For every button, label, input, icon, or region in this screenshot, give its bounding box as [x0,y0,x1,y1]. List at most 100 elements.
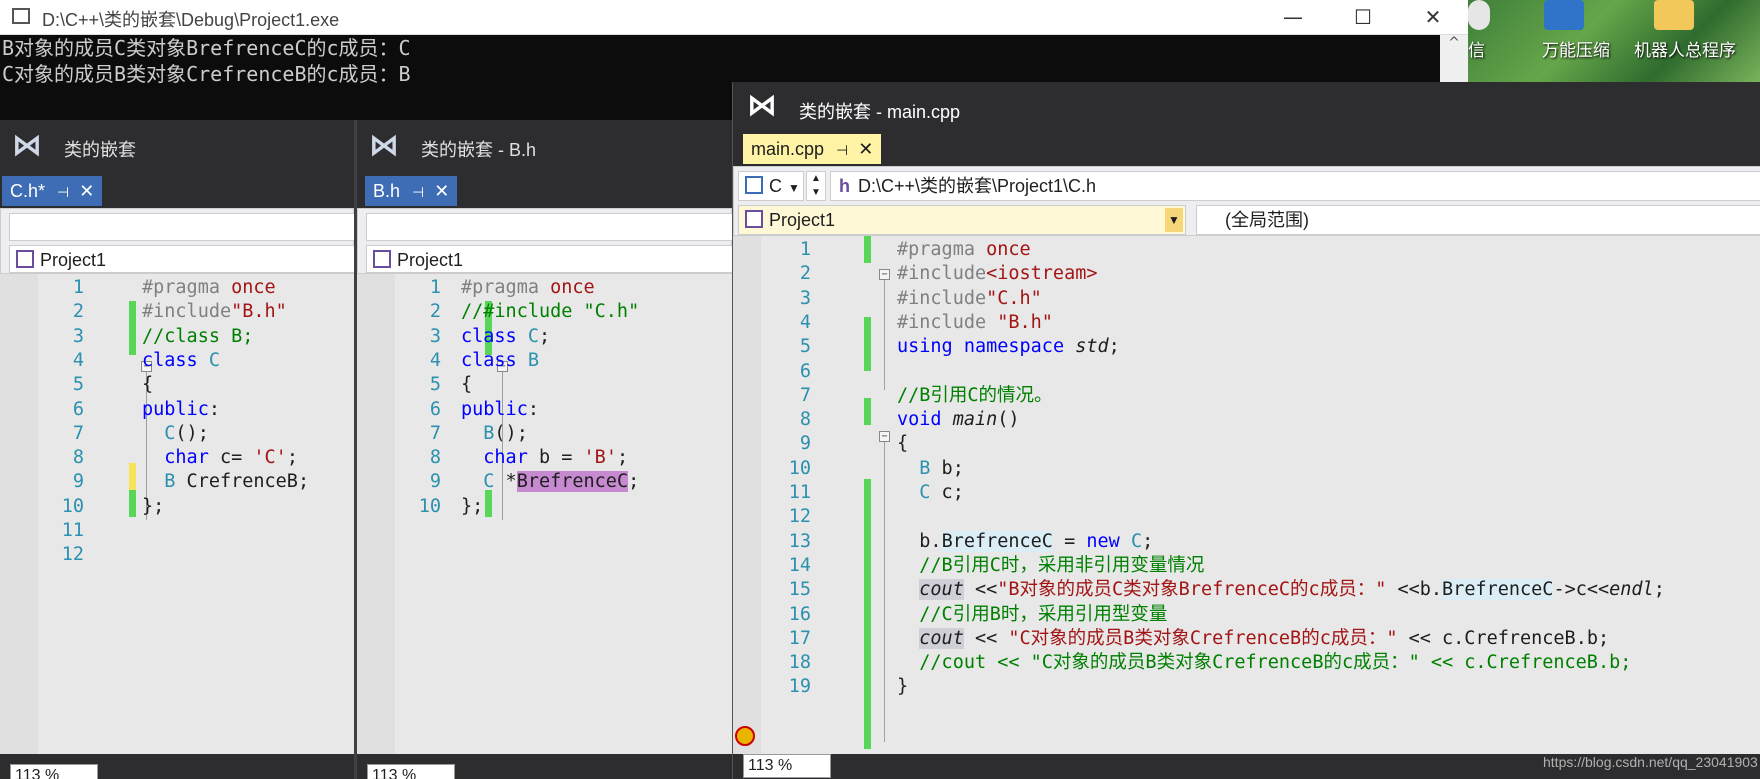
console-titlebar[interactable]: D:\C++\类的嵌套\Debug\Project1.exe — ☐ ✕ [0,0,1468,35]
code-line[interactable]: 6 public: [0,396,354,423]
zoom-dropdown[interactable]: 113 % [10,764,98,779]
code-line[interactable]: 3 //class B; [0,323,354,350]
code-text: #include "B.h" [897,311,1053,333]
code-line[interactable]: 13 b.BrefrenceC = new C; [733,528,1760,555]
vs-window-main: ⋈ 类的嵌套 - main.cpp main.cpp ⊣ ✕ C ▼ ▲ ▼ h D:\C… [732,82,1760,779]
code-line[interactable]: 1 #pragma once [357,274,732,301]
code-text: char b = 'B'; [483,447,629,469]
code-line[interactable]: 18 //cout << "C对象的成员B类对象CrefrenceB的c成员："… [733,649,1760,676]
code-line[interactable]: 16 //C引用B时，采用引用型变量 [733,601,1760,628]
code-line[interactable]: 5{ [0,371,354,398]
code-line[interactable]: 17 cout << "C对象的成员B类对象CrefrenceB的c成员：" <… [733,625,1760,652]
close-tab-icon[interactable]: ✕ [858,139,873,159]
code-line[interactable]: 7 //B引用C的情况。 [733,382,1760,409]
code-text: void main() [897,409,1020,431]
code-line[interactable]: 2 #include"B.h" [0,298,354,325]
code-line[interactable]: 7 C(); [0,420,354,447]
code-line[interactable]: 8 char c= 'C'; [0,444,354,471]
vs-window-b: ⋈ 类的嵌套 - B.h B.h ⊣ ✕ Project1 − 1 #pragma o… [357,120,732,779]
close-button[interactable]: ✕ [1408,2,1458,32]
project-label: Project1 [40,250,107,270]
code-line[interactable]: 10}; [0,493,354,520]
code-line[interactable]: 14 //B引用C时，采用非引用变量情况 [733,552,1760,579]
code-line[interactable]: 12 [733,503,1760,530]
tab-main-cpp[interactable]: main.cpp ⊣ ✕ [743,134,882,164]
code-text: cout << "C对象的成员B类对象CrefrenceB的c成员：" << c… [919,627,1610,649]
code-line[interactable]: 7 B(); [357,420,732,447]
line-number: 1 [72,277,84,298]
nav-dropdown-empty[interactable] [366,213,732,241]
code-line[interactable]: 2 #include<iostream> [733,260,1760,287]
code-line[interactable]: 5 using namespace std; [733,333,1760,360]
close-tab-icon[interactable]: ✕ [79,181,94,201]
code-line[interactable]: 4 #include "B.h" [733,309,1760,336]
code-line[interactable]: 8 char b = 'B'; [357,444,732,471]
project-dropdown[interactable]: Project1 ▼ [738,205,1186,235]
code-line[interactable]: 5{ [357,371,732,398]
line-number: 6 [72,398,84,420]
zoom-dropdown[interactable]: 113 % [367,764,455,779]
minimize-button[interactable]: — [1268,2,1318,32]
scope-dropdown[interactable]: (全局范围) [1196,205,1760,235]
code-line[interactable]: 2 //#include "C.h" [357,298,732,325]
code-line[interactable]: 19} [733,673,1760,700]
navigation-bar: C ▼ ▲ ▼ h D:\C++\类的嵌套\Project1\C.h Project1… [733,166,1760,236]
current-statement-icon[interactable] [735,726,755,746]
file-path: D:\C++\类的嵌套\Project1\C.h [858,176,1097,196]
code-line[interactable]: 10}; [357,493,732,520]
close-tab-icon[interactable]: ✕ [434,181,449,201]
code-line[interactable]: 8 void main() [733,406,1760,433]
code-line[interactable]: 10 B b; [733,455,1760,482]
nav-small-dropdown[interactable]: C ▼ [738,171,804,201]
code-line[interactable]: 1 #pragma once [733,236,1760,263]
code-line[interactable]: 4 class B [357,347,732,374]
navigation-bar: Project1 [0,208,354,274]
code-text: { [897,433,909,455]
code-line[interactable]: 6 [733,358,1760,385]
maximize-button[interactable]: ☐ [1338,2,1388,32]
pin-icon[interactable]: ⊣ [412,184,424,200]
code-text: #include"B.h" [142,301,287,323]
code-text: cout <<"B对象的成员C类对象BrefrenceC的c成员：" <<b.B… [919,579,1665,601]
code-line[interactable]: 11 C c; [733,479,1760,506]
nav-dropdown-empty[interactable] [9,213,354,241]
code-line[interactable]: 15 cout <<"B对象的成员C类对象BrefrenceC的c成员：" <<… [733,576,1760,603]
project-dropdown[interactable]: Project1 [9,245,354,273]
line-number: 10 [418,495,441,517]
code-text: //#include "C.h" [461,301,640,323]
tab-b-h[interactable]: B.h ⊣ ✕ [365,176,458,206]
desktop-background: 信 万能压缩 机器人总程序 [1468,0,1760,82]
line-number: 7 [429,422,441,444]
code-line[interactable]: 6 public: [357,396,732,423]
folder-icon[interactable] [1654,0,1694,30]
line-number: 3 [799,287,811,309]
pin-icon[interactable]: ⊣ [57,184,69,200]
project-dropdown[interactable]: Project1 [366,245,732,273]
class-icon [745,176,763,194]
code-editor[interactable]: − − 1 #pragma once 2 #include<iostream> 3 #in… [733,236,1760,754]
code-line[interactable]: 9 B CrefrenceB; [0,468,354,495]
code-editor[interactable]: − 1 #pragma once 2 #include"B.h" 3//class B;… [0,274,354,754]
compress-app-icon[interactable] [1544,0,1584,30]
wechat-icon[interactable] [1468,0,1490,30]
code-line[interactable]: 3 #include"C.h" [733,285,1760,312]
code-line[interactable]: 12 [0,541,354,568]
window-title: 类的嵌套 - main.cpp [799,102,961,122]
code-line[interactable]: 3 class C; [357,323,732,350]
pin-icon[interactable]: ⊣ [836,142,848,158]
code-line[interactable]: 9 C *BrefrenceC; [357,468,732,495]
code-line[interactable]: 11 [0,517,354,544]
line-number: 9 [72,471,84,493]
code-editor[interactable]: − 1 #pragma once 2//#include "C.h" 3 class C… [357,274,732,754]
spin-button[interactable]: ▲ ▼ [806,171,826,201]
code-line[interactable]: 9{ [733,430,1760,457]
code-line[interactable]: 1 #pragma once [0,274,354,301]
code-text: { [142,374,154,396]
file-path-dropdown[interactable]: h D:\C++\类的嵌套\Project1\C.h [830,171,1760,201]
zoom-dropdown[interactable]: 113 % [743,754,831,778]
code-line[interactable]: 4 class C [0,347,354,374]
scroll-up-icon[interactable]: ^ [1448,35,1460,51]
chevron-down-icon[interactable]: ▼ [1165,208,1183,232]
chevron-down-icon[interactable]: ▼ [788,181,800,195]
tab-c-h[interactable]: C.h* ⊣ ✕ [2,176,103,206]
